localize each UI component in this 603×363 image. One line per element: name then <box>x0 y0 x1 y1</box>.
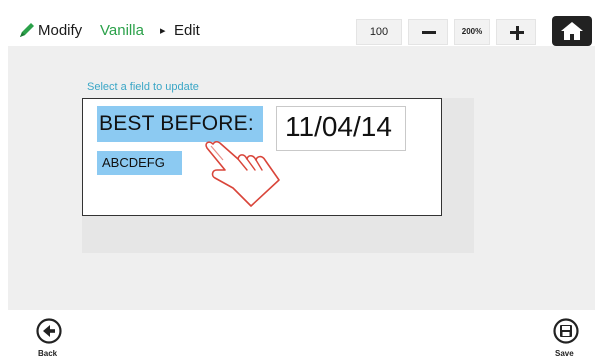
breadcrumb-separator-icon: ▸ <box>160 25 166 37</box>
zoom-max-label: 200% <box>454 19 490 45</box>
back-button[interactable] <box>36 318 62 344</box>
field-code[interactable]: ABCDEFG <box>97 151 182 175</box>
home-button[interactable] <box>552 16 592 46</box>
zoom-level-display: 100 <box>356 19 402 45</box>
bottom-bar <box>0 310 603 363</box>
zoom-in-button[interactable] <box>496 19 536 45</box>
breadcrumb-edit: Edit <box>174 22 200 39</box>
header-bar: Modify Vanilla ▸ Edit 100 200% <box>8 12 595 46</box>
app-frame: Modify Vanilla ▸ Edit 100 200% Select a … <box>0 0 603 363</box>
back-label: Back <box>38 349 58 358</box>
hand-pointer-icon <box>205 140 280 207</box>
breadcrumb-modify: Modify <box>38 22 83 39</box>
zoom-out-button[interactable] <box>408 19 448 45</box>
home-icon <box>561 22 583 40</box>
save-label: Save <box>555 349 574 358</box>
save-button[interactable] <box>553 318 579 344</box>
pencil-icon <box>20 23 34 37</box>
save-disk-icon <box>560 325 572 337</box>
breadcrumb-item-name[interactable]: Vanilla <box>100 22 144 39</box>
field-best-before-value[interactable]: 11/04/14 <box>276 106 406 151</box>
instruction-text: Select a field to update <box>87 81 199 93</box>
